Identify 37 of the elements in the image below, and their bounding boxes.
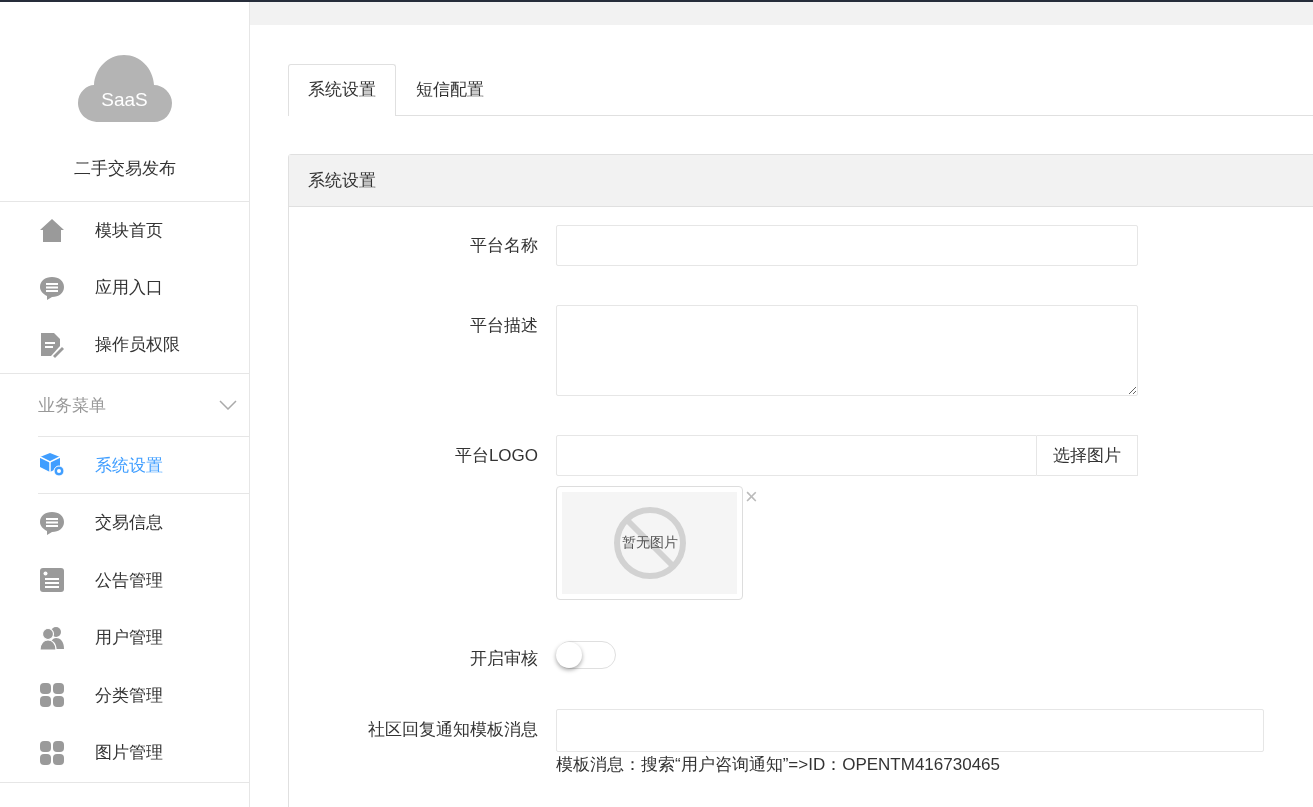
textarea-field[interactable] [556, 305, 1138, 396]
grid-icon [39, 739, 65, 766]
logo-text: SaaS [100, 89, 149, 111]
house-icon [39, 217, 65, 244]
sidebar-item[interactable]: 操作员权限 [0, 316, 249, 373]
tab[interactable]: 系统设置 [288, 64, 396, 116]
cube-gear-icon [39, 452, 65, 478]
field-label: 平台LOGO [453, 445, 539, 467]
chat-bubble-icon [39, 509, 65, 536]
input-field[interactable] [556, 435, 1037, 476]
sidebar-item[interactable]: 用户管理 [38, 609, 249, 667]
tab[interactable]: 短信配置 [396, 64, 504, 115]
cloud-logo-icon [76, 54, 173, 124]
sidebar-item[interactable]: 应用入口 [0, 259, 249, 316]
panel-header: 系统设置 [289, 155, 1313, 207]
field-label: 开启审核 [469, 648, 539, 670]
no-image-icon [611, 505, 688, 581]
chat-bubble-icon [39, 274, 65, 301]
sidebar-item[interactable]: 图片管理 [38, 724, 249, 782]
help-text: 模板消息：搜索“用户咨询通知”=>ID：OPENTM416730465 [556, 754, 1001, 776]
sidebar-item[interactable]: 分类管理 [38, 666, 249, 724]
sidebar-item[interactable]: 交易信息 [38, 494, 249, 552]
field-label: 社区回复通知模板消息 [367, 719, 539, 741]
notice-card-icon [39, 567, 65, 594]
select-image-button[interactable]: 选择图片 [1037, 435, 1138, 476]
sidebar-item[interactable]: 模块首页 [0, 202, 249, 259]
field-label: 平台名称 [469, 235, 539, 257]
document-edit-icon [39, 331, 65, 358]
input-field[interactable] [556, 709, 1264, 752]
placeholder-text: 暂无图片 [621, 534, 678, 552]
grid-icon [39, 682, 65, 709]
users-icon [39, 624, 65, 651]
app-name: 二手交易发布 [73, 158, 176, 180]
input-field[interactable] [556, 225, 1138, 266]
toggle-switch[interactable] [556, 641, 616, 669]
sidebar-item[interactable]: 公告管理 [38, 551, 249, 609]
field-label: 平台描述 [469, 315, 539, 337]
